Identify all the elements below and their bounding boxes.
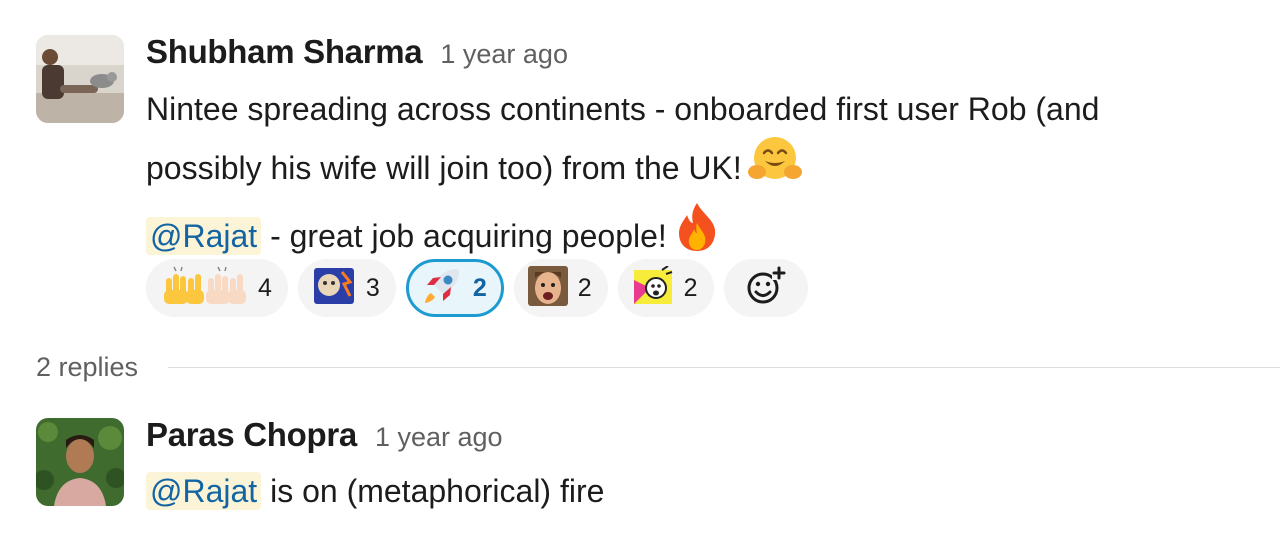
reaction-count: 3 — [365, 273, 380, 302]
replies-divider: 2 replies — [36, 352, 1280, 383]
reaction-count: 4 — [258, 273, 272, 302]
reaction-shocked-face[interactable]: 2 — [513, 259, 608, 317]
reply-body: @Rajat is on (metaphorical) fire — [146, 464, 1266, 519]
reply-line: @Rajat is on (metaphorical) fire — [146, 464, 1266, 519]
mention-rajat[interactable]: @Rajat — [146, 216, 262, 255]
rocket-icon — [421, 265, 463, 312]
message-timestamp[interactable]: 1 year ago — [440, 39, 568, 70]
message-body: Nintee spreading across continents - onb… — [146, 82, 1266, 273]
reply-author-name[interactable]: Paras Chopra — [146, 416, 357, 454]
avatar-shubham-sharma[interactable] — [36, 35, 124, 123]
reaction-mind-blown[interactable]: 2 — [617, 259, 714, 317]
add-reaction-icon — [746, 265, 786, 311]
meme-brain-icon — [312, 266, 356, 311]
divider-line — [168, 367, 1280, 368]
mention-rajat[interactable]: @Rajat — [146, 472, 262, 510]
message-line-1: Nintee spreading across continents - onb… — [146, 91, 1100, 127]
message-line-2: possibly his wife will join too) from th… — [146, 137, 1266, 204]
message-header: Shubham Sharma 1 year ago — [146, 33, 568, 71]
shocked-face-icon — [527, 265, 568, 311]
raised-hands-icon — [160, 266, 248, 311]
avatar-paras-chopra[interactable] — [36, 418, 124, 506]
reply-timestamp[interactable]: 1 year ago — [375, 422, 503, 453]
reply-text: is on (metaphorical) fire — [261, 473, 605, 509]
reactions-bar: 4 3 2 2 2 — [146, 259, 808, 317]
reply-header: Paras Chopra 1 year ago — [146, 416, 503, 454]
reaction-count: 2 — [577, 273, 592, 302]
mind-blown-icon — [632, 264, 674, 311]
replies-count-label: 2 replies — [36, 352, 139, 382]
reaction-raised-hands[interactable]: 4 — [146, 259, 288, 317]
add-reaction-button[interactable] — [723, 259, 808, 317]
message-line-2-text: possibly his wife will join too) from th… — [146, 149, 742, 186]
reaction-count: 2 — [472, 273, 487, 302]
hugging-face-icon — [747, 134, 802, 201]
reaction-meme-brain[interactable]: 3 — [297, 259, 396, 317]
author-name[interactable]: Shubham Sharma — [146, 33, 423, 71]
reaction-rocket[interactable]: 2 — [405, 259, 504, 317]
message-line-3-text: - great job acquiring people! — [261, 217, 667, 254]
reaction-count: 2 — [683, 273, 698, 302]
